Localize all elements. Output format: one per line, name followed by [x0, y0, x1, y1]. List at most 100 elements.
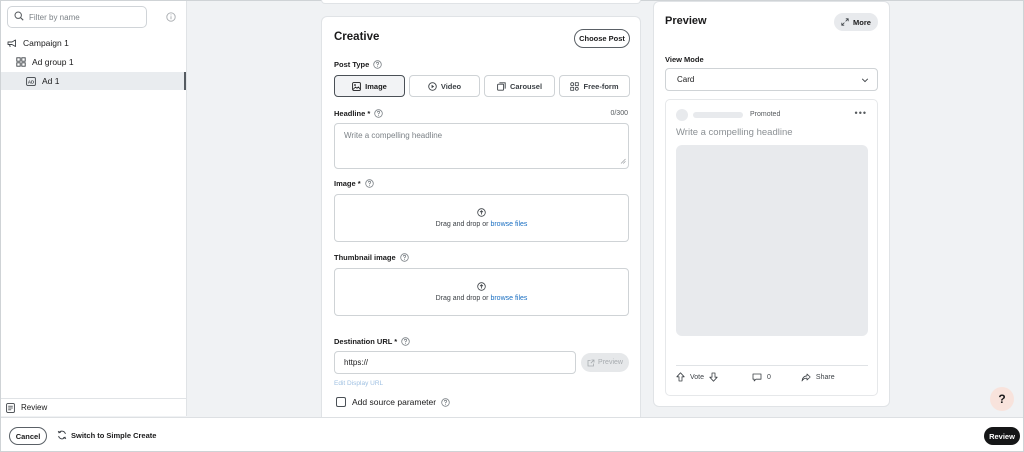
comments-group[interactable]: 0: [752, 373, 771, 382]
tree-item-campaign[interactable]: Campaign 1: [1, 34, 186, 52]
share-group[interactable]: Share: [801, 373, 835, 382]
view-mode-value: Card: [677, 75, 695, 84]
headline-textarea[interactable]: Write a compelling headline: [334, 123, 629, 169]
help-circle-icon[interactable]: [441, 397, 450, 407]
freeform-icon: [570, 81, 580, 91]
destination-url-input[interactable]: https://: [334, 351, 576, 374]
upload-icon: [477, 208, 486, 217]
view-mode-select[interactable]: Card: [665, 68, 878, 91]
thumbnail-drop-text: Drag and drop or browse files: [436, 295, 528, 302]
tree-item-label: Ad 1: [42, 76, 60, 86]
carousel-icon: [497, 81, 506, 91]
creative-panel: Creative Choose Post Post Type Image Vid…: [321, 16, 641, 418]
expand-icon: [841, 18, 849, 26]
url-preview-label: Preview: [598, 359, 623, 366]
post-type-free-form[interactable]: Free-form: [559, 75, 630, 97]
edit-display-url-link[interactable]: Edit Display URL: [334, 380, 383, 387]
promoted-tag: Promoted: [750, 111, 781, 118]
post-preview-card: Promoted ••• Write a compelling headline…: [665, 99, 878, 396]
share-label: Share: [815, 373, 835, 381]
preview-title: Preview: [665, 15, 707, 27]
media-placeholder: [676, 145, 868, 336]
source-parameter-label: Add source parameter: [352, 397, 437, 407]
review-button[interactable]: Review: [984, 427, 1020, 445]
sidebar-review[interactable]: Review: [1, 398, 186, 416]
more-button[interactable]: More: [834, 13, 878, 31]
upvote-icon[interactable]: [676, 372, 685, 382]
post-type-label: Image: [365, 81, 387, 91]
help-circle-icon[interactable]: [401, 337, 410, 346]
help-circle-icon[interactable]: [399, 253, 409, 262]
previous-section-edge: [321, 0, 641, 4]
filter-input[interactable]: [29, 12, 139, 22]
comment-icon: [752, 373, 762, 382]
switch-simple-create-label: Switch to Simple Create: [71, 430, 157, 440]
vote-label: Vote: [690, 373, 705, 381]
image-dropzone[interactable]: Drag and drop or browse files: [334, 194, 629, 242]
thumbnail-label-text: Thumbnail image: [334, 253, 396, 262]
post-type-label: Video: [440, 81, 462, 91]
help-circle-icon[interactable]: [364, 179, 374, 188]
headline-label: Headline *: [334, 109, 383, 118]
resize-handle-icon[interactable]: [620, 157, 626, 166]
upload-icon: [477, 282, 486, 291]
source-parameter-checkbox[interactable]: [336, 397, 346, 407]
image-label-text: Image *: [334, 179, 361, 188]
cancel-button[interactable]: Cancel: [9, 427, 47, 445]
tree-item-label: Ad group 1: [32, 57, 74, 67]
drop-text: Drag and drop or: [435, 221, 491, 228]
browse-files-link[interactable]: browse files: [490, 295, 527, 302]
destination-url-value: https://: [344, 358, 369, 367]
image-drop-text: Drag and drop or browse files: [436, 221, 528, 228]
view-mode-label: View Mode: [665, 55, 704, 64]
url-preview-button[interactable]: Preview: [581, 353, 629, 372]
vote-group: Vote: [676, 372, 718, 382]
post-type-video[interactable]: Video: [409, 75, 480, 97]
play-icon: [428, 81, 437, 91]
thumbnail-dropzone[interactable]: Drag and drop or browse files: [334, 268, 629, 316]
more-options-icon[interactable]: •••: [855, 108, 867, 118]
card-headline: Write a compelling headline: [676, 127, 793, 138]
post-type-image[interactable]: Image: [334, 75, 405, 97]
downvote-icon[interactable]: [709, 372, 718, 382]
help-circle-icon[interactable]: [374, 109, 383, 118]
search-icon: [14, 11, 24, 23]
sidebar: Campaign 1 Ad group 1 AD Ad 1 Review: [1, 1, 187, 416]
creative-title: Creative: [334, 31, 380, 43]
browse-files-link[interactable]: browse files: [490, 221, 527, 228]
ad-icon: AD: [26, 76, 36, 86]
thumbnail-label: Thumbnail image: [334, 253, 409, 262]
megaphone-icon: [7, 39, 17, 48]
drop-text: Drag and drop or: [435, 295, 491, 302]
info-icon[interactable]: [166, 12, 176, 24]
comment-count: 0: [767, 373, 771, 381]
card-actions: Vote 0 Share: [676, 372, 868, 382]
post-type-label: Free-form: [583, 81, 619, 91]
username-placeholder: [693, 112, 743, 118]
chevron-down-icon: [861, 76, 869, 84]
tree-item-ad[interactable]: AD Ad 1: [1, 72, 186, 90]
destination-label-text: Destination URL *: [334, 337, 398, 346]
tree-item-ad-group[interactable]: Ad group 1: [1, 53, 186, 71]
sidebar-review-label: Review: [21, 403, 48, 412]
help-circle-icon[interactable]: [373, 60, 382, 69]
post-type-label-text: Post Type: [334, 60, 370, 69]
headline-counter: 0/300: [610, 110, 628, 117]
tree-item-label: Campaign 1: [23, 38, 69, 48]
headline-label-text: Headline *: [334, 109, 371, 118]
filter-box[interactable]: [7, 6, 147, 28]
help-button[interactable]: ?: [990, 387, 1014, 411]
preview-panel: Preview More View Mode Card Promoted •••…: [653, 1, 890, 407]
svg-text:AD: AD: [28, 79, 34, 84]
post-type-carousel[interactable]: Carousel: [484, 75, 555, 97]
headline-placeholder: Write a compelling headline: [344, 131, 443, 140]
document-icon: [6, 402, 15, 413]
source-parameter-row: Add source parameter: [336, 397, 450, 407]
footer-bar: Cancel Switch to Simple Create Review: [1, 417, 1023, 451]
switch-simple-create-button[interactable]: Switch to Simple Create: [57, 430, 156, 440]
post-type-label: Carousel: [509, 81, 543, 91]
choose-post-button[interactable]: Choose Post: [574, 29, 630, 48]
post-type-label: Post Type: [334, 60, 382, 69]
share-icon: [801, 373, 811, 382]
external-link-icon: [587, 359, 595, 367]
